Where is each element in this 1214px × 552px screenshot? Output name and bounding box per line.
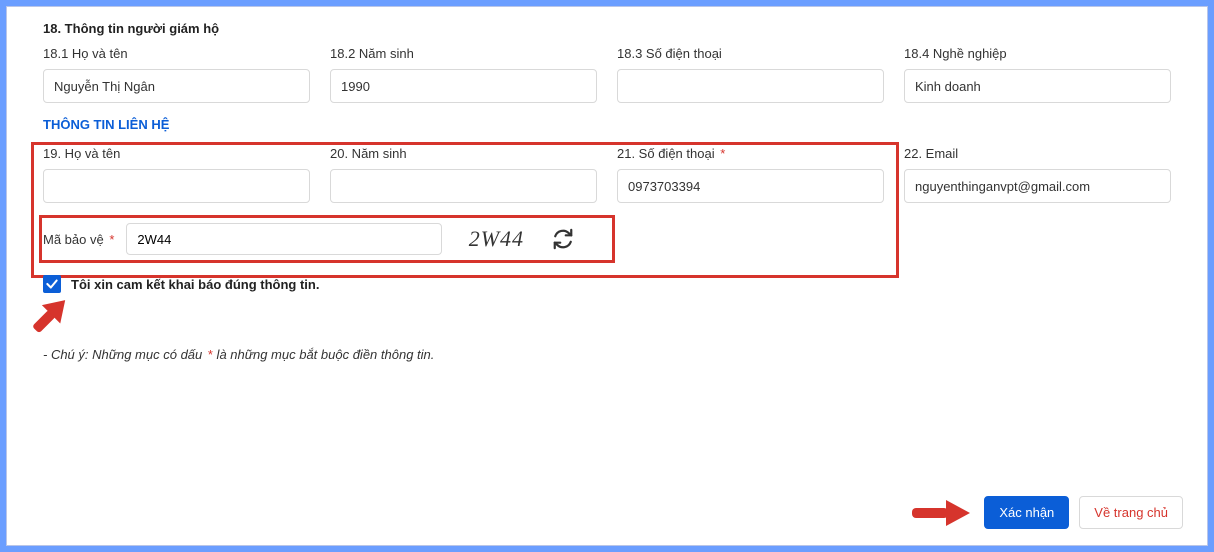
field-20: 20. Năm sinh (330, 146, 597, 203)
label-18-3: 18.3 Số điện thoại (617, 46, 884, 61)
captcha-label: Mã bảo vệ * (43, 232, 114, 247)
label-21: 21. Số điện thoại * (617, 146, 884, 161)
contact-title: THÔNG TIN LIÊN HỆ (43, 117, 1183, 132)
contact-row: 19. Họ và tên 20. Năm sinh 21. Số điện t… (43, 146, 1171, 203)
input-20[interactable] (330, 169, 597, 203)
arrow-annotation-confirm (910, 498, 972, 528)
section18-title: 18. Thông tin người giám hộ (43, 21, 1183, 36)
captcha-row: Mã bảo vệ * 2W44 (43, 223, 605, 255)
label-18-1: 18.1 Họ và tên (43, 46, 310, 61)
input-21[interactable] (617, 169, 884, 203)
label-22: 22. Email (904, 146, 1171, 161)
field-19: 19. Họ và tên (43, 146, 310, 203)
contact-section: THÔNG TIN LIÊN HỆ 19. Họ và tên 20. Năm … (31, 117, 1183, 203)
commitment-checkbox[interactable] (43, 275, 61, 293)
captcha-input[interactable] (126, 223, 442, 255)
field-18-4: 18.4 Nghề nghiệp (904, 46, 1171, 103)
label-18-2: 18.2 Năm sinh (330, 46, 597, 61)
label-18-4: 18.4 Nghề nghiệp (904, 46, 1171, 61)
field-22: 22. Email (904, 146, 1171, 203)
field-21: 21. Số điện thoại * (617, 146, 884, 203)
button-bar: Xác nhận Về trang chủ (910, 496, 1183, 529)
confirm-button[interactable]: Xác nhận (984, 496, 1069, 529)
arrow-annotation-checkbox (16, 284, 83, 351)
field-18-2: 18.2 Năm sinh (330, 46, 597, 103)
input-22[interactable] (904, 169, 1171, 203)
section18-row: 18.1 Họ và tên 18.2 Năm sinh 18.3 Số điệ… (43, 46, 1171, 103)
form-panel: 18. Thông tin người giám hộ 18.1 Họ và t… (6, 6, 1208, 546)
field-18-1: 18.1 Họ và tên (43, 46, 310, 103)
captcha-section: Mã bảo vệ * 2W44 (43, 223, 605, 255)
home-button[interactable]: Về trang chủ (1079, 496, 1183, 529)
label-20: 20. Năm sinh (330, 146, 597, 161)
check-icon (45, 277, 59, 291)
commitment-row: Tôi xin cam kết khai báo đúng thông tin. (43, 275, 1171, 293)
input-18-1[interactable] (43, 69, 310, 103)
input-18-3[interactable] (617, 69, 884, 103)
commitment-text: Tôi xin cam kết khai báo đúng thông tin. (71, 277, 319, 292)
input-19[interactable] (43, 169, 310, 203)
input-18-4[interactable] (904, 69, 1171, 103)
input-18-2[interactable] (330, 69, 597, 103)
refresh-captcha-icon[interactable] (550, 226, 576, 252)
label-19: 19. Họ và tên (43, 146, 310, 161)
note-text: - Chú ý: Những mục có dấu * là những mục… (43, 347, 1171, 362)
captcha-image: 2W44 (454, 226, 538, 252)
field-18-3: 18.3 Số điện thoại (617, 46, 884, 103)
